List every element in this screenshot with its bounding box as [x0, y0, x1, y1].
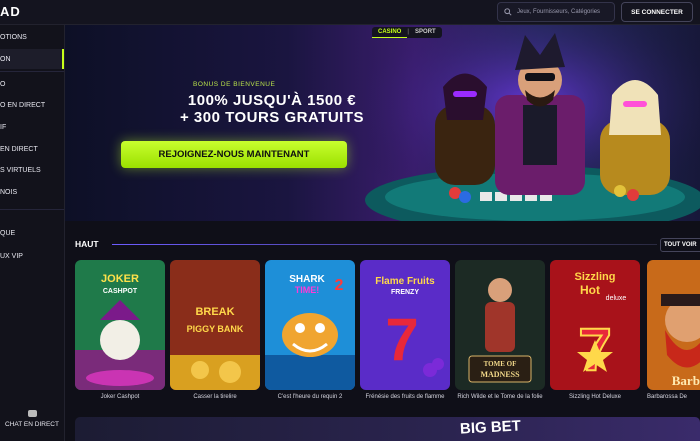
main-content: CASINO | SPORT BONUS DE BIENVENUE 100% J…	[65, 25, 700, 441]
svg-text:CASHPOT: CASHPOT	[103, 288, 138, 295]
sidebar-item-live-sport[interactable]: EN DIRECT	[0, 139, 64, 159]
bonus-headline: 100% JUSQU'À 1500 € + 300 TOURS GRATUITS	[127, 92, 417, 126]
game-title[interactable]: Rich Wilde et le Tome de la folie	[455, 394, 545, 400]
top-bar: AD Jeux, Fournisseurs, Catégories SE CON…	[0, 0, 700, 25]
game-thumbnail[interactable]: SHARK TIME! 2	[265, 260, 355, 390]
svg-text:TIME!: TIME!	[295, 285, 320, 295]
live-chat-button[interactable]: CHAT EN DIRECT	[0, 407, 64, 437]
headline-line-1: 100% JUSQU'À 1500 €	[187, 92, 357, 109]
tome-of-madness-art: TOME OF MADNESS	[455, 260, 545, 390]
game-title[interactable]: Casser la tirelire	[170, 394, 260, 400]
search-placeholder: Jeux, Fournisseurs, Catégories	[517, 9, 601, 15]
section-divider	[112, 244, 657, 245]
svg-text:JOKER: JOKER	[101, 273, 139, 285]
chat-icon	[27, 410, 37, 417]
sidebar-item-vip[interactable]: UX VIP	[0, 246, 64, 266]
svg-text:2: 2	[335, 277, 344, 294]
game-card[interactable]: TOME OF MADNESS Rich Wilde et le Tome de…	[455, 260, 545, 400]
game-title[interactable]: Sizzling Hot Deluxe	[550, 394, 640, 400]
sidebar-divider	[0, 71, 64, 72]
svg-text:7: 7	[385, 306, 418, 373]
search-input[interactable]: Jeux, Fournisseurs, Catégories	[497, 2, 615, 22]
game-card[interactable]: Flame Fruits FRENZY 7 Frénésie des fruit…	[360, 260, 450, 400]
search-icon	[504, 8, 512, 16]
svg-text:FRENZY: FRENZY	[391, 289, 419, 296]
svg-text:Flame Fruits: Flame Fruits	[375, 276, 435, 287]
svg-text:SHARK: SHARK	[289, 274, 325, 285]
barbarossa-art: Barbar	[647, 260, 700, 390]
game-thumbnail[interactable]: TOME OF MADNESS	[455, 260, 545, 390]
tab-sport[interactable]: SPORT	[409, 27, 442, 38]
join-now-button[interactable]: REJOIGNEZ-NOUS MAINTENANT	[121, 141, 347, 168]
brand-logo[interactable]: AD	[0, 4, 21, 19]
promo-strip[interactable]: BIG BET	[75, 417, 700, 441]
game-title[interactable]: C'est l'heure du requin 2	[265, 394, 355, 400]
sidebar-item-sport[interactable]: IF	[0, 117, 64, 137]
break-the-piggy-bank-art: BREAK PIGGY BANK	[170, 260, 260, 390]
game-card[interactable]: Barbar Barbarossa De	[647, 260, 700, 400]
svg-text:BREAK: BREAK	[195, 306, 234, 318]
sidebar-item-casino[interactable]: O	[0, 74, 64, 94]
section-title: HAUT	[75, 239, 99, 249]
svg-text:deluxe: deluxe	[606, 295, 627, 302]
chat-label: CHAT EN DIRECT	[5, 421, 59, 428]
sidebar-item-promotions[interactable]: OTIONS	[0, 27, 64, 47]
game-thumbnail[interactable]: BREAK PIGGY BANK	[170, 260, 260, 390]
sidebar-item-virtual-sports[interactable]: S VIRTUELS	[0, 160, 64, 180]
game-card[interactable]: BREAK PIGGY BANK Casser la tirelire	[170, 260, 260, 400]
welcome-banner: CASINO | SPORT BONUS DE BIENVENUE 100% J…	[65, 25, 700, 221]
game-thumbnail[interactable]: Barbar	[647, 260, 700, 390]
svg-text:PIGGY BANK: PIGGY BANK	[187, 324, 244, 334]
sidebar-item-misc[interactable]: QUE	[0, 223, 64, 243]
game-card[interactable]: JOKER CASHPOT Joker Cashpot	[75, 260, 165, 400]
headline-line-2: + 300 TOURS GRATUITS	[179, 109, 365, 126]
sizzling-hot-deluxe-art: Sizzling Hot deluxe 7	[550, 260, 640, 390]
sidebar-item-live-casino[interactable]: O EN DIRECT	[0, 95, 64, 115]
svg-text:Hot: Hot	[580, 283, 600, 297]
joker-cashpot-art: JOKER CASHPOT	[75, 260, 165, 390]
sidebar-item-active[interactable]: ON	[0, 49, 64, 69]
game-title[interactable]: Frénésie des fruits de flamme	[360, 394, 450, 400]
svg-text:TOME OF: TOME OF	[484, 360, 517, 368]
sidebar-item-bonus[interactable]: NOIS	[0, 182, 64, 202]
game-thumbnail[interactable]: Sizzling Hot deluxe 7	[550, 260, 640, 390]
sidebar: OTIONS ON O O EN DIRECT IF EN DIRECT S V…	[0, 25, 65, 441]
game-title[interactable]: Joker Cashpot	[75, 394, 165, 400]
game-card[interactable]: Sizzling Hot deluxe 7 Sizzling Hot Delux…	[550, 260, 640, 400]
game-thumbnail[interactable]: JOKER CASHPOT	[75, 260, 165, 390]
svg-text:Barbar: Barbar	[672, 373, 700, 388]
tab-casino[interactable]: CASINO	[372, 27, 408, 38]
product-tabs: CASINO | SPORT	[372, 27, 442, 38]
game-title[interactable]: Barbarossa De	[647, 394, 700, 400]
sidebar-divider	[0, 209, 64, 210]
see-all-button[interactable]: TOUT VOIR	[660, 238, 700, 252]
svg-text:MADNESS: MADNESS	[480, 370, 520, 379]
svg-text:Sizzling: Sizzling	[575, 271, 616, 283]
flame-fruits-frenzy-art: Flame Fruits FRENZY 7	[360, 260, 450, 390]
game-card[interactable]: SHARK TIME! 2 C'est l'heure du requin 2	[265, 260, 355, 400]
login-button[interactable]: SE CONNECTER	[621, 2, 693, 22]
game-thumbnail[interactable]: Flame Fruits FRENZY 7	[360, 260, 450, 390]
promo-label: BIG BET	[459, 417, 522, 438]
shark-time-2-art: SHARK TIME! 2	[265, 260, 355, 390]
bonus-kicker: BONUS DE BIENVENUE	[193, 81, 276, 88]
